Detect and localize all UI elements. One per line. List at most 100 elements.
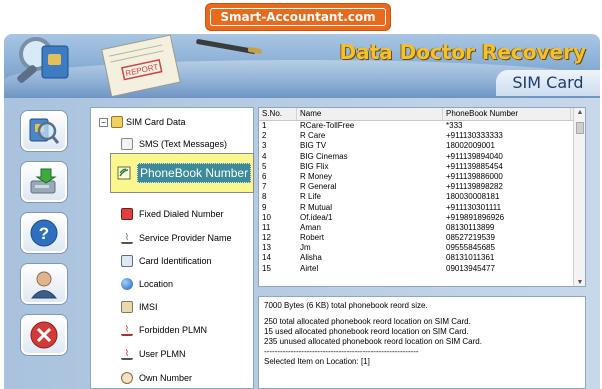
table-body: 1 RCare-TollFree *333 2 R Care +911130333333 3… bbox=[259, 121, 585, 274]
cell-phonebook-number: 09555845685 bbox=[446, 243, 495, 253]
table-row[interactable]: 6 R Money +911139886000 bbox=[259, 172, 585, 182]
cell-sno: 6 bbox=[262, 171, 267, 181]
cell-phonebook-number: 08130113899 bbox=[446, 222, 495, 232]
cell-name: R Care bbox=[300, 131, 326, 141]
cell-sno: 8 bbox=[262, 192, 267, 202]
table-row[interactable]: 2 R Care +911130333333 bbox=[259, 131, 585, 141]
tree-item-imsi[interactable]: IMSI bbox=[121, 299, 158, 315]
tree-item-label: IMSI bbox=[139, 302, 158, 312]
cell-phonebook-number: +911139886000 bbox=[446, 171, 503, 181]
app-title: Data Doctor Recovery bbox=[339, 40, 586, 64]
phonebook-info-panel: 7000 Bytes (6 KB) total phonebook reord … bbox=[258, 296, 586, 389]
card-id-icon bbox=[121, 255, 133, 267]
cell-name: BIG Flix bbox=[300, 161, 329, 171]
exit-icon bbox=[30, 321, 58, 349]
exit-button[interactable] bbox=[20, 314, 68, 356]
table-row[interactable]: 5 BIG Flix +911139885454 bbox=[259, 162, 585, 172]
tree-item-label: PhoneBook Number bbox=[137, 163, 252, 183]
tree-item-location[interactable]: Location bbox=[121, 276, 173, 292]
scroll-thumb[interactable] bbox=[576, 122, 584, 134]
tree-root-label: SIM Card Data bbox=[126, 117, 186, 127]
cell-name: BIG Cinemas bbox=[300, 151, 348, 161]
cell-phonebook-number: +911139898282 bbox=[446, 182, 503, 192]
help-button[interactable]: ? bbox=[20, 212, 68, 254]
tree-item-card-identification[interactable]: Card Identification bbox=[121, 253, 212, 269]
table-row[interactable]: 3 BIG TV 18002009001 bbox=[259, 141, 585, 151]
cell-name: Alisha bbox=[300, 253, 322, 263]
phonebook-icon bbox=[117, 166, 131, 180]
table-row[interactable]: 13 Jm 09555845685 bbox=[259, 243, 585, 253]
tree-item-label: Card Identification bbox=[139, 256, 212, 266]
cell-sno: 7 bbox=[262, 182, 267, 192]
table-row[interactable]: 12 Robert 08527219539 bbox=[259, 233, 585, 243]
tree-item-forbidden-plmn[interactable]: ⌇ Forbidden PLMN bbox=[121, 322, 207, 338]
table-row[interactable]: 11 Aman 08130113899 bbox=[259, 223, 585, 233]
table-row[interactable]: 14 Alisha 08131011361 bbox=[259, 253, 585, 263]
website-badge[interactable]: Smart-Accountant.com bbox=[206, 4, 390, 30]
cell-sno: 9 bbox=[262, 202, 267, 212]
cell-phonebook-number: +911130301111 bbox=[446, 202, 502, 212]
info-line: Selected Item on Location: [1] bbox=[264, 357, 370, 366]
table-scrollbar[interactable]: ▲ ▼ bbox=[573, 108, 585, 286]
cell-name: R Mutual bbox=[300, 202, 333, 212]
table-row[interactable]: 1 RCare-TollFree *333 bbox=[259, 121, 585, 131]
cell-name: Of.idea/1 bbox=[300, 212, 333, 222]
cell-sno: 3 bbox=[262, 141, 267, 151]
column-header-sno[interactable]: S.No. bbox=[259, 108, 297, 120]
table-row[interactable]: 10 Of.idea/1 +919891896926 bbox=[259, 213, 585, 223]
scroll-down-arrow-icon[interactable]: ▼ bbox=[574, 278, 585, 286]
table-row[interactable]: 8 R Life 180030008181 bbox=[259, 192, 585, 202]
cell-sno: 15 bbox=[262, 263, 271, 273]
save-drive-icon bbox=[30, 168, 57, 194]
tree-root[interactable]: − SIM Card Data bbox=[99, 116, 186, 128]
save-button[interactable] bbox=[20, 161, 68, 203]
tree-item-own-number[interactable]: Own Number bbox=[121, 370, 192, 386]
antenna-red-icon: ⌇ bbox=[121, 324, 133, 336]
cell-sno: 11 bbox=[262, 222, 271, 232]
sim-search-icon bbox=[29, 118, 60, 144]
cell-phonebook-number: +919891896926 bbox=[446, 212, 505, 222]
cell-name: Robert bbox=[300, 233, 325, 243]
tree-item-user-plmn[interactable]: ⌇ User PLMN bbox=[121, 346, 186, 362]
cell-phonebook-number: 180030008181 bbox=[446, 192, 500, 202]
tree-root-expander[interactable]: − bbox=[99, 117, 108, 127]
cell-name: BIG TV bbox=[300, 141, 327, 151]
cell-sno: 5 bbox=[262, 161, 267, 171]
fixed-dial-icon bbox=[121, 208, 133, 220]
cell-sno: 10 bbox=[262, 212, 271, 222]
table-row[interactable]: 9 R Mutual +911130301111 bbox=[259, 203, 585, 213]
table-header: S.No. Name PhoneBook Number bbox=[259, 108, 585, 121]
sms-icon bbox=[121, 138, 133, 150]
cell-phonebook-number: +911139894040 bbox=[446, 151, 503, 161]
left-toolbar: ? bbox=[20, 110, 72, 365]
table-row[interactable]: 4 BIG Cinemas +911139894040 bbox=[259, 152, 585, 162]
column-header-name[interactable]: Name bbox=[297, 108, 443, 120]
cell-sno: 13 bbox=[262, 243, 271, 253]
antenna-icon: ⌇ bbox=[121, 232, 133, 244]
cell-name: R General bbox=[300, 182, 337, 192]
sim-search-button[interactable] bbox=[20, 110, 68, 152]
tree-item-phonebook-number[interactable]: PhoneBook Number bbox=[110, 153, 254, 193]
antenna-icon: ⌇ bbox=[121, 348, 133, 360]
cell-name: R Money bbox=[300, 171, 333, 181]
table-row[interactable]: 15 Airtel 09013945477 bbox=[259, 264, 585, 274]
info-line: ----------------------------------------… bbox=[264, 347, 419, 356]
help-icon: ? bbox=[30, 219, 58, 247]
user-support-icon bbox=[30, 271, 58, 299]
cell-name: RCare-TollFree bbox=[300, 121, 355, 130]
cell-phonebook-number: +911130333333 bbox=[446, 131, 503, 141]
tree-item-fixed-dialed-number[interactable]: Fixed Dialed Number bbox=[121, 206, 224, 222]
cell-phonebook-number: +911139885454 bbox=[446, 161, 503, 171]
support-button[interactable] bbox=[20, 263, 68, 305]
column-header-phonebook-number[interactable]: PhoneBook Number bbox=[443, 108, 571, 120]
scroll-up-arrow-icon[interactable]: ▲ bbox=[574, 108, 585, 118]
imsi-icon bbox=[121, 301, 133, 313]
tree-item-sms[interactable]: SMS (Text Messages) bbox=[121, 136, 227, 152]
tree-item-label: SMS (Text Messages) bbox=[139, 139, 228, 149]
cell-name: R Life bbox=[300, 192, 321, 202]
cell-phonebook-number: 08527219539 bbox=[446, 233, 495, 243]
header-artwork: REPORT bbox=[17, 34, 262, 98]
tree-item-service-provider-name[interactable]: ⌇ Service Provider Name bbox=[121, 230, 232, 246]
table-row[interactable]: 7 R General +911139898282 bbox=[259, 182, 585, 192]
tree-item-label: Location bbox=[139, 279, 174, 289]
